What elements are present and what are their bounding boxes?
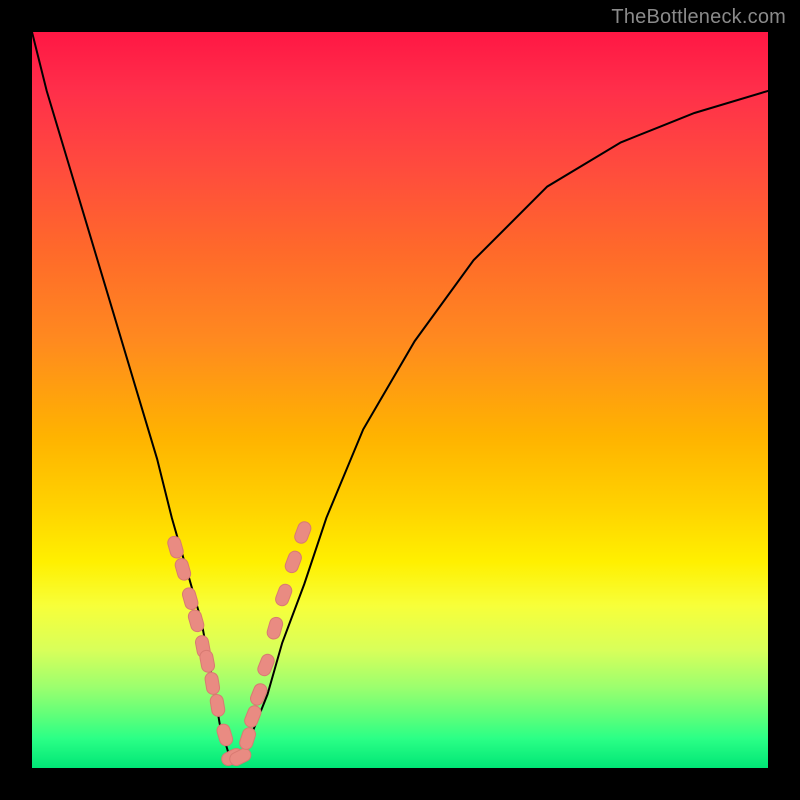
marker [209, 693, 225, 717]
marker [181, 586, 200, 611]
marker-layer [166, 520, 313, 768]
bottleneck-curve [32, 32, 768, 761]
curve-layer [32, 32, 768, 761]
marker [249, 682, 269, 707]
marker [204, 671, 220, 695]
marker [187, 608, 206, 633]
marker [266, 616, 285, 641]
marker [174, 557, 193, 582]
marker [199, 649, 216, 673]
marker [293, 520, 313, 545]
marker [166, 535, 185, 560]
marker [283, 549, 303, 574]
watermark-text: TheBottleneck.com [611, 6, 786, 29]
marker [243, 704, 263, 729]
marker [215, 722, 234, 747]
chart-frame: TheBottleneck.com [0, 0, 800, 800]
marker [238, 726, 257, 751]
marker [274, 582, 294, 607]
plot-area [32, 32, 768, 768]
chart-svg [32, 32, 768, 768]
